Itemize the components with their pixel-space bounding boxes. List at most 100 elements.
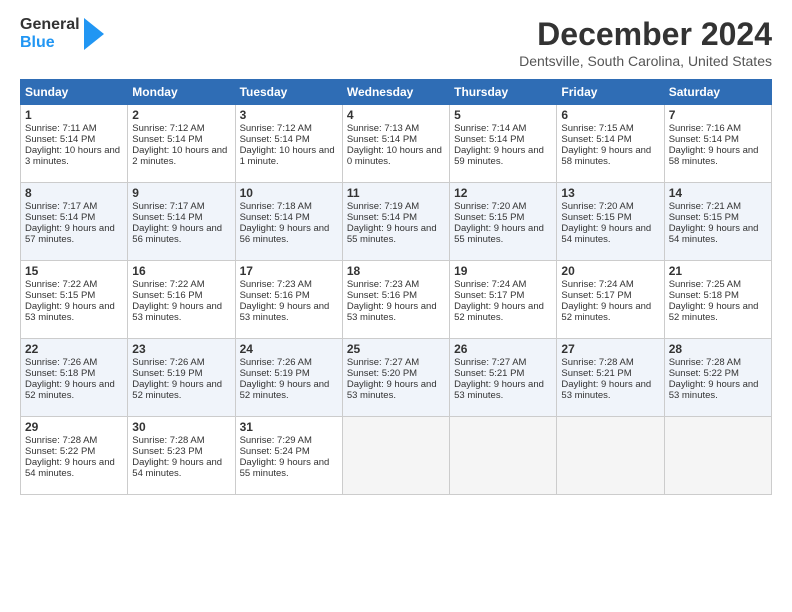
calendar-cell: 23Sunrise: 7:26 AMSunset: 5:19 PMDayligh… [128,339,235,417]
sunset: Sunset: 5:18 PM [25,368,123,379]
calendar-cell: 12Sunrise: 7:20 AMSunset: 5:15 PMDayligh… [450,183,557,261]
daylight: Daylight: 9 hours and 59 minutes. [454,145,552,167]
daylight: Daylight: 9 hours and 52 minutes. [25,379,123,401]
calendar-cell: 3Sunrise: 7:12 AMSunset: 5:14 PMDaylight… [235,105,342,183]
sunset: Sunset: 5:15 PM [454,212,552,223]
weekday-monday: Monday [128,80,235,105]
sunset: Sunset: 5:21 PM [561,368,659,379]
sunrise: Sunrise: 7:29 AM [240,435,338,446]
weekday-saturday: Saturday [664,80,771,105]
daylight: Daylight: 9 hours and 57 minutes. [25,223,123,245]
daylight: Daylight: 9 hours and 54 minutes. [132,457,230,479]
daylight: Daylight: 9 hours and 52 minutes. [240,379,338,401]
title-block: December 2024 Dentsville, South Carolina… [519,16,772,69]
sunrise: Sunrise: 7:26 AM [132,357,230,368]
calendar: SundayMondayTuesdayWednesdayThursdayFrid… [20,79,772,495]
calendar-cell: 8Sunrise: 7:17 AMSunset: 5:14 PMDaylight… [21,183,128,261]
day-number: 4 [347,108,445,122]
day-number: 20 [561,264,659,278]
sunset: Sunset: 5:22 PM [669,368,767,379]
sunrise: Sunrise: 7:12 AM [240,123,338,134]
day-number: 19 [454,264,552,278]
sunrise: Sunrise: 7:17 AM [25,201,123,212]
day-number: 24 [240,342,338,356]
daylight: Daylight: 9 hours and 56 minutes. [240,223,338,245]
sunset: Sunset: 5:14 PM [561,134,659,145]
sunset: Sunset: 5:14 PM [132,212,230,223]
daylight: Daylight: 9 hours and 53 minutes. [25,301,123,323]
calendar-cell: 20Sunrise: 7:24 AMSunset: 5:17 PMDayligh… [557,261,664,339]
sunset: Sunset: 5:24 PM [240,446,338,457]
daylight: Daylight: 9 hours and 53 minutes. [669,379,767,401]
calendar-cell: 28Sunrise: 7:28 AMSunset: 5:22 PMDayligh… [664,339,771,417]
week-row-3: 15Sunrise: 7:22 AMSunset: 5:15 PMDayligh… [21,261,772,339]
weekday-sunday: Sunday [21,80,128,105]
calendar-cell: 6Sunrise: 7:15 AMSunset: 5:14 PMDaylight… [557,105,664,183]
calendar-cell: 19Sunrise: 7:24 AMSunset: 5:17 PMDayligh… [450,261,557,339]
daylight: Daylight: 9 hours and 58 minutes. [669,145,767,167]
day-number: 21 [669,264,767,278]
day-number: 9 [132,186,230,200]
day-number: 18 [347,264,445,278]
calendar-cell: 14Sunrise: 7:21 AMSunset: 5:15 PMDayligh… [664,183,771,261]
day-number: 25 [347,342,445,356]
daylight: Daylight: 9 hours and 53 minutes. [132,301,230,323]
sunset: Sunset: 5:17 PM [561,290,659,301]
sunset: Sunset: 5:16 PM [347,290,445,301]
sunset: Sunset: 5:14 PM [240,134,338,145]
daylight: Daylight: 10 hours and 1 minute. [240,145,338,167]
calendar-cell [557,417,664,495]
day-number: 22 [25,342,123,356]
daylight: Daylight: 9 hours and 55 minutes. [240,457,338,479]
daylight: Daylight: 9 hours and 53 minutes. [347,379,445,401]
calendar-cell [342,417,449,495]
daylight: Daylight: 9 hours and 56 minutes. [132,223,230,245]
day-number: 13 [561,186,659,200]
day-number: 7 [669,108,767,122]
calendar-cell: 27Sunrise: 7:28 AMSunset: 5:21 PMDayligh… [557,339,664,417]
weekday-friday: Friday [557,80,664,105]
day-number: 1 [25,108,123,122]
calendar-cell: 21Sunrise: 7:25 AMSunset: 5:18 PMDayligh… [664,261,771,339]
day-number: 10 [240,186,338,200]
sunrise: Sunrise: 7:21 AM [669,201,767,212]
calendar-cell: 1Sunrise: 7:11 AMSunset: 5:14 PMDaylight… [21,105,128,183]
calendar-cell [450,417,557,495]
header: GeneralBlue December 2024 Dentsville, So… [20,16,772,69]
sunrise: Sunrise: 7:23 AM [347,279,445,290]
weekday-wednesday: Wednesday [342,80,449,105]
sunrise: Sunrise: 7:20 AM [454,201,552,212]
calendar-cell: 24Sunrise: 7:26 AMSunset: 5:19 PMDayligh… [235,339,342,417]
daylight: Daylight: 10 hours and 0 minutes. [347,145,445,167]
day-number: 31 [240,420,338,434]
day-number: 16 [132,264,230,278]
calendar-cell: 29Sunrise: 7:28 AMSunset: 5:22 PMDayligh… [21,417,128,495]
sunrise: Sunrise: 7:23 AM [240,279,338,290]
month-title: December 2024 [519,16,772,53]
calendar-cell: 25Sunrise: 7:27 AMSunset: 5:20 PMDayligh… [342,339,449,417]
calendar-cell: 2Sunrise: 7:12 AMSunset: 5:14 PMDaylight… [128,105,235,183]
sunset: Sunset: 5:17 PM [454,290,552,301]
logo-arrow-icon [84,18,104,50]
day-number: 17 [240,264,338,278]
sunrise: Sunrise: 7:24 AM [561,279,659,290]
daylight: Daylight: 9 hours and 54 minutes. [561,223,659,245]
sunrise: Sunrise: 7:24 AM [454,279,552,290]
sunset: Sunset: 5:15 PM [561,212,659,223]
sunset: Sunset: 5:19 PM [240,368,338,379]
day-number: 15 [25,264,123,278]
sunrise: Sunrise: 7:17 AM [132,201,230,212]
day-number: 28 [669,342,767,356]
day-number: 12 [454,186,552,200]
weekday-thursday: Thursday [450,80,557,105]
sunrise: Sunrise: 7:28 AM [132,435,230,446]
logo: GeneralBlue [20,16,104,51]
sunset: Sunset: 5:15 PM [669,212,767,223]
sunset: Sunset: 5:23 PM [132,446,230,457]
calendar-cell: 10Sunrise: 7:18 AMSunset: 5:14 PMDayligh… [235,183,342,261]
calendar-cell: 26Sunrise: 7:27 AMSunset: 5:21 PMDayligh… [450,339,557,417]
daylight: Daylight: 10 hours and 2 minutes. [132,145,230,167]
sunrise: Sunrise: 7:28 AM [669,357,767,368]
daylight: Daylight: 9 hours and 53 minutes. [561,379,659,401]
week-row-2: 8Sunrise: 7:17 AMSunset: 5:14 PMDaylight… [21,183,772,261]
